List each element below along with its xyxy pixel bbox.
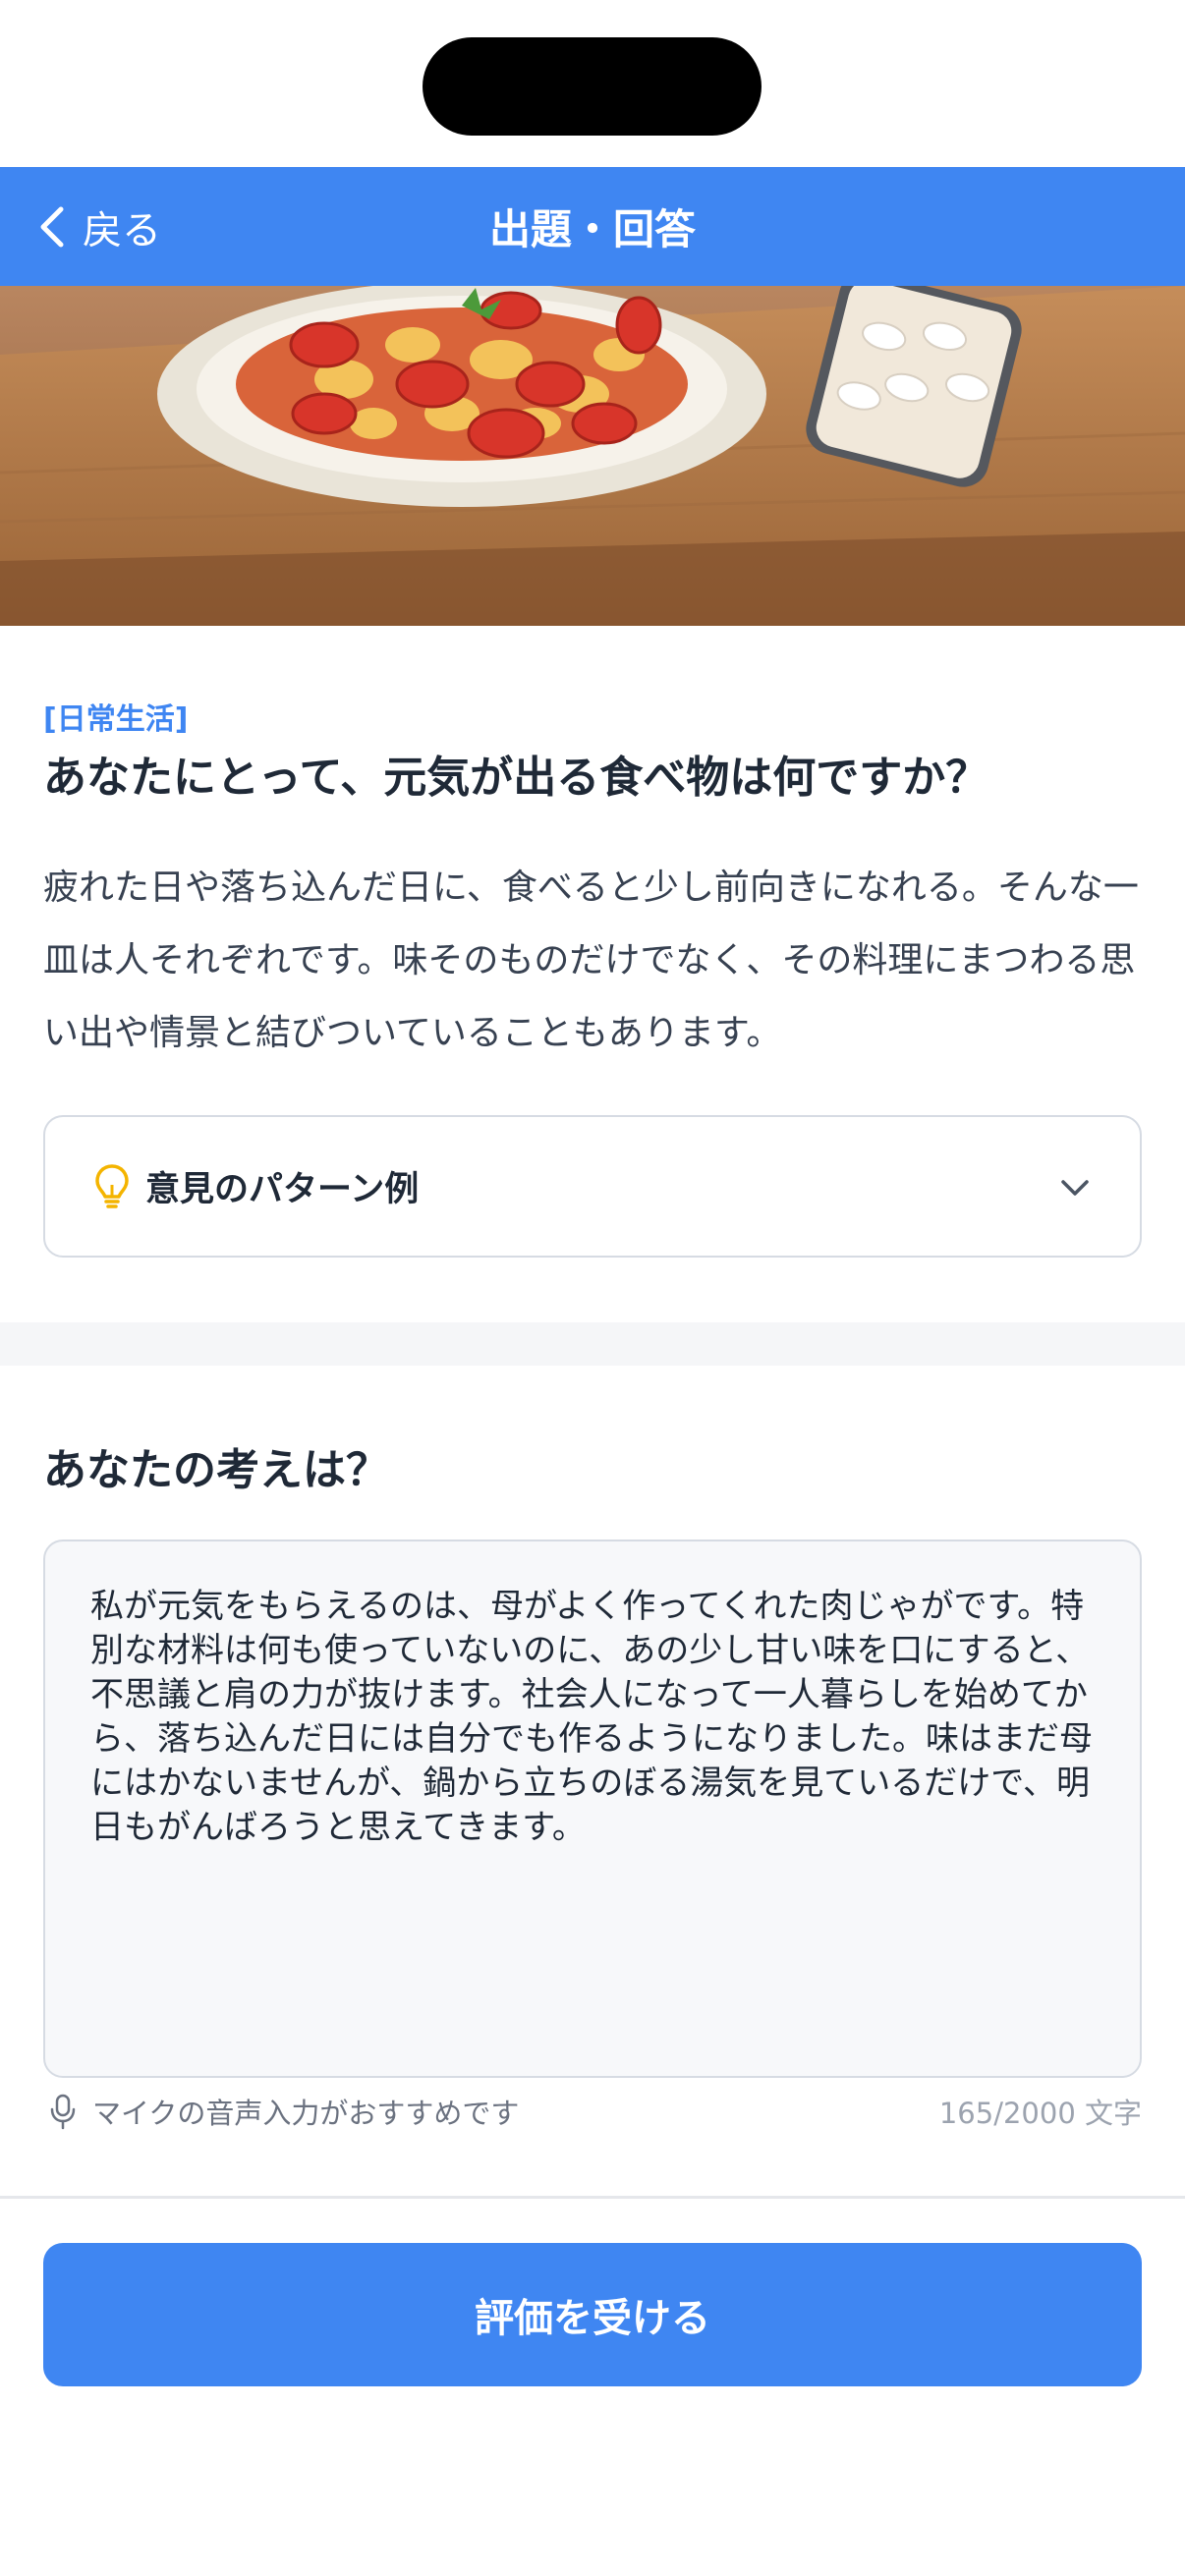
question-title: あなたにとって、元気が出る食べ物は何ですか？ bbox=[43, 753, 989, 803]
status-bar bbox=[0, 0, 1185, 167]
nav-bar: 戻る 出題・回答 bbox=[0, 167, 1185, 286]
dynamic-island bbox=[423, 37, 762, 136]
hero-image bbox=[0, 286, 1185, 626]
question-description: 疲れた日や落ち込んだ日に、食べると少し前向きになれる。そんな一皿は人それぞれです… bbox=[43, 868, 1139, 1053]
lightbulb-icon bbox=[95, 1164, 129, 1208]
answer-heading: あなたの考えは？ bbox=[43, 1445, 389, 1495]
opinion-examples-accordion[interactable]: 意見のパターン例 bbox=[43, 1115, 1142, 1258]
submit-evaluation-button[interactable]: 評価を受ける bbox=[43, 2243, 1142, 2386]
answer-textarea[interactable]: 私が元気をもらえるのは、母がよく作ってくれた肉じゃがです。特別な材料は何も使って… bbox=[43, 1540, 1142, 2078]
page-title: 出題・回答 bbox=[488, 205, 696, 253]
accordion-label: 意見のパターン例 bbox=[145, 1170, 420, 1209]
category-tag: [日常生活] bbox=[43, 702, 189, 737]
voice-input-hint: マイクの音声入力がおすすめです bbox=[92, 2097, 520, 2130]
footer-divider bbox=[0, 2196, 1185, 2199]
chevron-down-icon bbox=[1061, 1180, 1089, 1196]
back-button[interactable]: 戻る bbox=[35, 167, 161, 286]
character-counter: 165/2000 文字 bbox=[938, 2097, 1142, 2130]
section-divider bbox=[0, 1322, 1185, 1366]
chevron-left-icon bbox=[40, 206, 64, 247]
back-label: 戻る bbox=[83, 207, 161, 253]
microphone-icon bbox=[50, 2094, 76, 2130]
